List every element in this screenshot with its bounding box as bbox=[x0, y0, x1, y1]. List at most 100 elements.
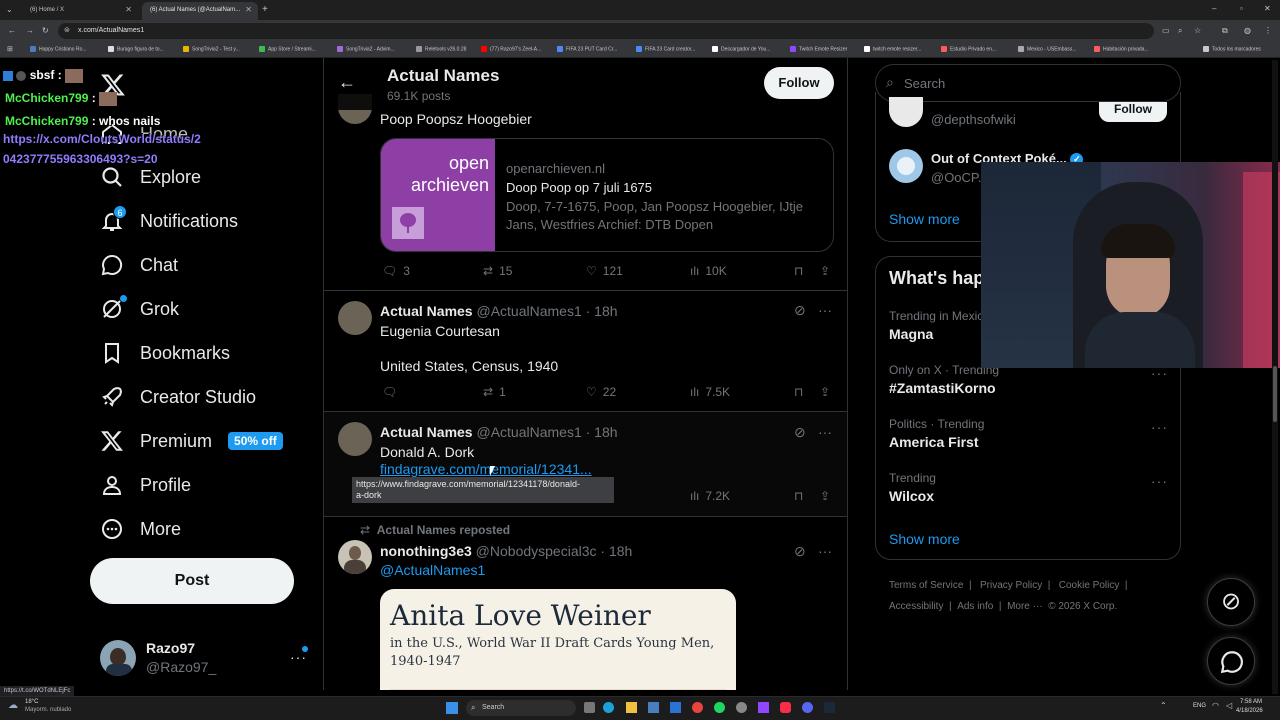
scrollbar-thumb[interactable] bbox=[1273, 366, 1277, 422]
tray-chevron-icon[interactable]: ⌃ bbox=[1160, 701, 1167, 710]
bookmark-item[interactable]: SongTrivia2 - Advim... bbox=[337, 46, 395, 52]
like-action[interactable]: ♡ 121 bbox=[586, 264, 623, 278]
bookmark-star-icon[interactable]: ☆ bbox=[1194, 26, 1201, 35]
url-input[interactable]: x.com/ActualNames1 bbox=[58, 23, 1154, 39]
explorer-icon[interactable] bbox=[626, 702, 637, 713]
avatar[interactable] bbox=[889, 149, 923, 183]
like-action[interactable]: ♡ 22 bbox=[586, 385, 616, 399]
outlook-icon[interactable] bbox=[670, 702, 681, 713]
reload-icon[interactable]: ↻ bbox=[42, 26, 49, 35]
bookmark-item[interactable]: Estudio Privado en... bbox=[941, 46, 996, 52]
discord-icon[interactable] bbox=[802, 702, 813, 713]
follow-button[interactable]: Follow bbox=[764, 67, 834, 99]
repost-action[interactable]: ⇄ 15 bbox=[483, 264, 512, 278]
avatar[interactable] bbox=[100, 640, 136, 676]
bookmark-item[interactable]: Habitación privada... bbox=[1094, 46, 1149, 52]
edge-icon[interactable] bbox=[603, 702, 614, 713]
trend-more-icon[interactable]: ··· bbox=[1151, 419, 1168, 435]
steam-icon[interactable] bbox=[824, 702, 835, 713]
tab-search-icon[interactable]: ⌄ bbox=[6, 5, 13, 14]
nav-creator-studio[interactable]: Creator Studio bbox=[100, 383, 256, 411]
browser-tab-actual-names[interactable]: (6) Actual Names (@ActualNam... ✕ bbox=[142, 2, 258, 20]
bookmark-item[interactable]: Twitch Emote Resizer bbox=[790, 46, 847, 52]
bookmark-action[interactable]: ⊓ bbox=[794, 264, 803, 278]
windows-start-icon[interactable] bbox=[446, 702, 458, 714]
volume-icon[interactable]: ◁ bbox=[1226, 701, 1232, 710]
messages-float-button[interactable] bbox=[1207, 637, 1255, 685]
bookmark-action[interactable]: ⊓ bbox=[794, 385, 803, 399]
reply-action[interactable]: 🗨 bbox=[382, 385, 403, 399]
wifi-icon[interactable]: ◠ bbox=[1212, 701, 1219, 710]
zoom-icon[interactable]: ⌕ bbox=[1178, 26, 1182, 36]
more-icon[interactable]: ··· bbox=[818, 424, 832, 440]
bookmark-item[interactable]: Mexico - USEmbass... bbox=[1018, 46, 1076, 52]
bookmark-item[interactable]: twitch emote resizer... bbox=[864, 46, 921, 52]
bookmark-item[interactable]: App Store / Streami... bbox=[259, 46, 316, 52]
footer-link[interactable]: Cookie Policy bbox=[1059, 580, 1120, 591]
grok-icon[interactable]: ⊘ bbox=[794, 543, 806, 560]
nav-chat[interactable]: Chat bbox=[100, 251, 178, 279]
task-view-icon[interactable] bbox=[584, 702, 595, 713]
more-icon[interactable]: ··· bbox=[818, 302, 832, 318]
profile-icon[interactable]: ◍ bbox=[1244, 26, 1251, 35]
views-action[interactable]: ılı 7.5K bbox=[690, 385, 730, 399]
bookmark-item[interactable]: FIFA 23 Card creator... bbox=[636, 46, 695, 52]
back-icon[interactable]: ← bbox=[8, 26, 16, 35]
menu-icon[interactable]: ⋮ bbox=[1264, 26, 1272, 35]
repost-indicator[interactable]: ⇄ Actual Names reposted bbox=[360, 523, 510, 537]
repost-action[interactable]: ⇄ 1 bbox=[483, 385, 506, 399]
chrome-icon[interactable] bbox=[692, 702, 703, 713]
post-author[interactable]: Actual Names @ActualNames1 · 18h bbox=[380, 303, 618, 319]
bookmark-item[interactable]: SongTrivia2 - Test y... bbox=[183, 46, 240, 52]
trend-item[interactable]: Magna bbox=[889, 326, 933, 342]
page-scrollbar[interactable] bbox=[1272, 60, 1278, 694]
post-mention[interactable]: @ActualNames1 bbox=[380, 562, 485, 578]
post-button[interactable]: Post bbox=[90, 558, 294, 604]
language-indicator[interactable]: ENG bbox=[1193, 703, 1206, 709]
footer-link[interactable]: Accessibility bbox=[889, 601, 943, 612]
nav-grok[interactable]: Grok bbox=[100, 295, 179, 323]
follow-button[interactable]: Follow bbox=[1099, 102, 1167, 122]
trend-more-icon[interactable]: ··· bbox=[1151, 473, 1168, 489]
browser-tab-home[interactable]: (6) Home / X ✕ bbox=[22, 2, 140, 20]
more-icon[interactable]: ··· bbox=[818, 543, 832, 559]
spotify-icon[interactable] bbox=[714, 702, 725, 713]
show-more-link[interactable]: Show more bbox=[889, 531, 960, 547]
bookmark-item[interactable]: Happy Cristiano Ro... bbox=[30, 46, 87, 52]
grok-icon[interactable]: ⊘ bbox=[794, 302, 806, 319]
tab-close-icon[interactable]: ✕ bbox=[125, 5, 132, 14]
show-more-link[interactable]: Show more bbox=[889, 211, 960, 227]
extensions-icon[interactable]: ⧉ bbox=[1222, 26, 1228, 36]
link-card[interactable]: open archieven openarchieven.nl Doop Poo… bbox=[380, 138, 834, 252]
grok-float-button[interactable]: ⊘ bbox=[1207, 578, 1255, 626]
bookmark-item[interactable]: Descargador de You... bbox=[712, 46, 770, 52]
forward-icon[interactable]: → bbox=[26, 26, 34, 35]
maximize-icon[interactable]: ▫ bbox=[1240, 4, 1243, 13]
minimize-icon[interactable]: – bbox=[1212, 4, 1216, 13]
new-tab-icon[interactable]: + bbox=[262, 4, 268, 15]
share-action[interactable]: ⇪ bbox=[820, 489, 830, 503]
bookmark-item[interactable]: (77) Razo97's Zeel-A... bbox=[481, 46, 541, 52]
avatar[interactable] bbox=[338, 301, 372, 335]
site-info-icon[interactable]: ⊜ bbox=[64, 26, 70, 34]
share-action[interactable]: ⇪ bbox=[820, 385, 830, 399]
tab-close-icon[interactable]: ✕ bbox=[245, 5, 252, 14]
nav-premium[interactable]: Premium 50% off bbox=[100, 427, 283, 455]
bookmark-item[interactable]: Reletools v26.0.28 bbox=[416, 46, 466, 52]
taskbar-search[interactable]: Search ⌕ bbox=[466, 700, 576, 716]
footer-link[interactable]: Privacy Policy bbox=[980, 580, 1042, 591]
post-link[interactable]: findagrave.com/memorial/12341... bbox=[380, 461, 592, 477]
nav-profile[interactable]: Profile bbox=[100, 471, 191, 499]
footer-link[interactable]: More ··· bbox=[1007, 601, 1043, 612]
store-icon[interactable] bbox=[648, 702, 659, 713]
weather-icon[interactable]: ☁ bbox=[8, 700, 18, 711]
avatar[interactable] bbox=[338, 422, 372, 456]
trend-item[interactable]: America First bbox=[889, 434, 978, 450]
apps-icon[interactable]: ⊞ bbox=[7, 45, 13, 53]
close-window-icon[interactable]: ✕ bbox=[1264, 4, 1271, 13]
reply-action[interactable]: 🗨 3 bbox=[382, 264, 410, 278]
bookmark-action[interactable]: ⊓ bbox=[794, 489, 803, 503]
bookmark-item[interactable]: FIFA 23 PUT Card Cr... bbox=[557, 46, 617, 52]
footer-link[interactable]: Ads info bbox=[957, 601, 993, 612]
post-author[interactable]: Actual Names @ActualNames1 · 18h bbox=[380, 424, 618, 440]
